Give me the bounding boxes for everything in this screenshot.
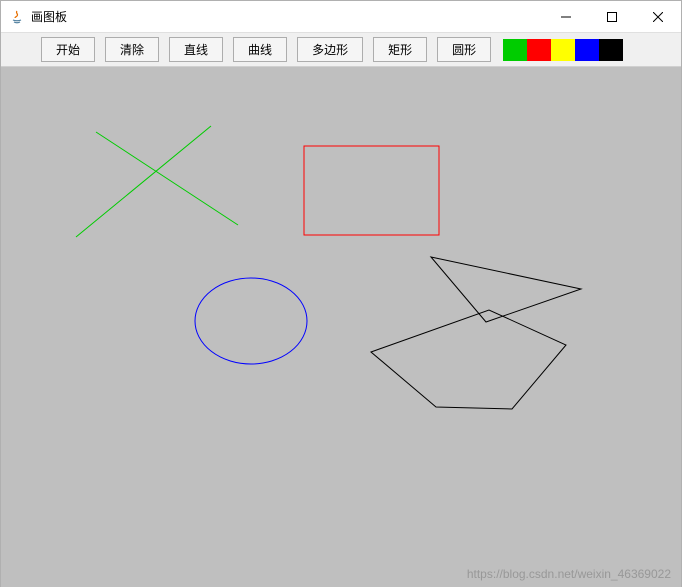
minimize-button[interactable] <box>543 1 589 33</box>
close-button[interactable] <box>635 1 681 33</box>
shape-red-rect <box>304 146 439 235</box>
color-black[interactable] <box>599 39 623 61</box>
maximize-button[interactable] <box>589 1 635 33</box>
app-window: 画图板 开始 清除 直线 曲线 多边形 矩形 圆形 <box>0 0 682 587</box>
color-palette <box>503 39 623 61</box>
line-button[interactable]: 直线 <box>169 37 223 62</box>
shape-green-line-2 <box>76 126 211 237</box>
color-green[interactable] <box>503 39 527 61</box>
clear-button[interactable]: 清除 <box>105 37 159 62</box>
canvas-svg <box>1 67 681 587</box>
rectangle-button[interactable]: 矩形 <box>373 37 427 62</box>
toolbar: 开始 清除 直线 曲线 多边形 矩形 圆形 <box>1 33 681 67</box>
close-icon <box>653 12 663 22</box>
window-controls <box>543 1 681 32</box>
oval-button[interactable]: 圆形 <box>437 37 491 62</box>
color-blue[interactable] <box>575 39 599 61</box>
start-button[interactable]: 开始 <box>41 37 95 62</box>
drawing-canvas[interactable]: https://blog.csdn.net/weixin_46369022 <box>1 67 681 587</box>
java-icon <box>9 9 25 25</box>
color-red[interactable] <box>527 39 551 61</box>
polygon-button[interactable]: 多边形 <box>297 37 363 62</box>
curve-button[interactable]: 曲线 <box>233 37 287 62</box>
shape-green-line-1 <box>96 132 238 225</box>
shape-blue-ellipse <box>195 278 307 364</box>
color-yellow[interactable] <box>551 39 575 61</box>
watermark-text: https://blog.csdn.net/weixin_46369022 <box>467 567 671 581</box>
minimize-icon <box>561 12 571 22</box>
titlebar: 画图板 <box>1 1 681 33</box>
maximize-icon <box>607 12 617 22</box>
window-title: 画图板 <box>31 8 543 25</box>
shape-black-polygon-1 <box>431 257 581 322</box>
shape-black-polygon-2 <box>371 310 566 409</box>
